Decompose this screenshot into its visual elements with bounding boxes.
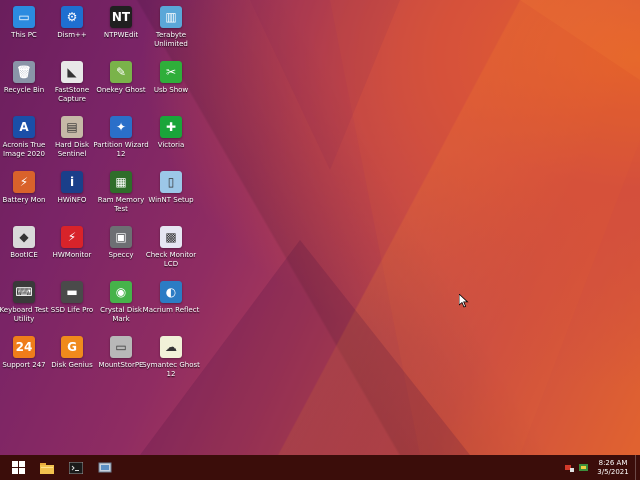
gears-icon: ⚙ bbox=[61, 6, 83, 28]
desktop-icon-label: Macrium Reflect bbox=[142, 306, 200, 314]
faststone-icon: ◣ bbox=[61, 61, 83, 83]
tray-volume[interactable] bbox=[579, 463, 588, 472]
desktop-icon[interactable]: ◆ BootICE bbox=[0, 222, 48, 260]
recycle-bin-icon: 🗑 bbox=[13, 61, 35, 83]
desktop-icon-label: Symantec Ghost 12 bbox=[142, 361, 200, 378]
desktop-icon[interactable]: G Disk Genius bbox=[48, 332, 96, 370]
desktop-icon[interactable]: ▯ WinNT Setup bbox=[147, 167, 195, 205]
file-explorer-icon bbox=[40, 462, 54, 474]
start-button[interactable] bbox=[4, 455, 32, 480]
taskbar-system-tool[interactable] bbox=[91, 455, 119, 480]
ntpwedit-icon: NT bbox=[110, 6, 132, 28]
desktop-icon[interactable]: ⚡ HWMonitor bbox=[48, 222, 96, 260]
desktop-icon[interactable]: ⌨ Keyboard Test Utility bbox=[0, 277, 48, 324]
taskbar: 8:26 AM 3/5/2021 bbox=[0, 455, 640, 480]
bootice-icon: ◆ bbox=[13, 226, 35, 248]
command-prompt-icon bbox=[69, 461, 83, 474]
desktop-icon[interactable]: ⚙ Dism++ bbox=[48, 2, 96, 40]
desktop-icon-label: Check Monitor LCD bbox=[145, 251, 197, 268]
macrium-reflect-icon: ◐ bbox=[160, 281, 182, 303]
winnt-setup-icon: ▯ bbox=[160, 171, 182, 193]
disk-genius-icon: G bbox=[61, 336, 83, 358]
ssd-life-icon: ▬ bbox=[61, 281, 83, 303]
ram-module-icon: ▦ bbox=[110, 171, 132, 193]
desktop-icon[interactable]: ▩ Check Monitor LCD bbox=[146, 222, 196, 269]
desktop-icon[interactable]: ◣ FastStone Capture bbox=[48, 57, 96, 104]
symantec-ghost-icon: ☁ bbox=[160, 336, 182, 358]
desktop-icon-label: WinNT Setup bbox=[148, 196, 194, 204]
desktop-icon-label: Usb Show bbox=[153, 86, 189, 94]
desktop-icon[interactable]: ▤ Hard Disk Sentinel bbox=[48, 112, 96, 159]
desktop-icon[interactable]: ▥ Terabyte Unlimited bbox=[147, 2, 195, 49]
tray-network[interactable] bbox=[565, 463, 574, 472]
wallpaper-shards bbox=[140, 0, 640, 455]
desktop-icon[interactable]: A Acronis True Image 2020 bbox=[0, 112, 48, 159]
keyboard-test-icon: ⌨ bbox=[13, 281, 35, 303]
onekey-ghost-icon: ✎ bbox=[110, 61, 132, 83]
show-desktop-button[interactable] bbox=[635, 455, 640, 480]
desktop-icon[interactable]: ▦ Ram Memory Test bbox=[97, 167, 145, 214]
desktop-icon[interactable]: ▣ Speccy bbox=[97, 222, 145, 260]
hdd-sentinel-icon: ▤ bbox=[61, 116, 83, 138]
desktop-icon[interactable]: i HWiNFO bbox=[48, 167, 96, 205]
desktop-icon[interactable]: ◐ Macrium Reflect bbox=[143, 277, 199, 315]
desktop-icon[interactable]: ▭ MountStorPE bbox=[97, 332, 145, 370]
windows-start-icon bbox=[11, 461, 25, 474]
desktop-icon-label: Terabyte Unlimited bbox=[154, 31, 188, 48]
usb-show-icon: ✂ bbox=[160, 61, 182, 83]
desktop[interactable]: ▭ This PC ⚙ Dism++ NT NTPWEdit ▥ Terabyte Unlim… bbox=[0, 0, 640, 480]
volume-icon bbox=[579, 464, 588, 471]
hwmonitor-icon: ⚡ bbox=[61, 226, 83, 248]
crystal-disk-mark-icon: ◉ bbox=[110, 281, 132, 303]
desktop-icon[interactable]: ✎ Onekey Ghost bbox=[96, 57, 146, 95]
mountstorpe-icon: ▭ bbox=[110, 336, 132, 358]
speccy-icon: ▣ bbox=[110, 226, 132, 248]
desktop-icon[interactable]: ▬ SSD Life Pro bbox=[48, 277, 96, 315]
this-pc-icon: ▭ bbox=[13, 6, 35, 28]
support-247-icon: 24 bbox=[13, 336, 35, 358]
clock-time: 8:26 AM bbox=[598, 458, 628, 467]
acronis-icon: A bbox=[13, 116, 35, 138]
desktop-icon[interactable]: ✦ Partition Wizard 12 bbox=[93, 112, 149, 159]
desktop-icon[interactable]: ✂ Usb Show bbox=[147, 57, 195, 95]
taskbar-command-prompt[interactable] bbox=[62, 455, 90, 480]
terabyte-icon: ▥ bbox=[160, 6, 182, 28]
desktop-icon[interactable]: 🗑 Recycle Bin bbox=[0, 57, 48, 95]
taskbar-file-explorer[interactable] bbox=[33, 455, 61, 480]
desktop-icon[interactable]: 24 Support 247 bbox=[0, 332, 48, 370]
hwinfo-icon: i bbox=[61, 171, 83, 193]
victoria-cross-icon: ✚ bbox=[160, 116, 182, 138]
desktop-icon[interactable]: ☁ Symantec Ghost 12 bbox=[142, 332, 200, 379]
desktop-icon[interactable]: ▭ This PC bbox=[0, 2, 48, 40]
desktop-icon[interactable]: NT NTPWEdit bbox=[97, 2, 145, 40]
clock-date: 3/5/2021 bbox=[597, 467, 629, 476]
mouse-pointer-icon bbox=[459, 294, 469, 308]
system-tool-icon bbox=[98, 462, 112, 472]
taskbar-clock[interactable]: 8:26 AM 3/5/2021 bbox=[597, 459, 629, 477]
desktop-icon-label: Victoria bbox=[157, 141, 185, 149]
network-icon bbox=[565, 465, 574, 472]
system-tray: 8:26 AM 3/5/2021 bbox=[565, 455, 640, 480]
check-monitor-icon: ▩ bbox=[160, 226, 182, 248]
desktop-icon[interactable]: ✚ Victoria bbox=[147, 112, 195, 150]
desktop-icon[interactable]: ◉ Crystal Disk Mark bbox=[97, 277, 145, 324]
desktop-icon[interactable]: ⚡ Battery Mon bbox=[0, 167, 48, 205]
battery-mon-icon: ⚡ bbox=[13, 171, 35, 193]
partition-wizard-icon: ✦ bbox=[110, 116, 132, 138]
